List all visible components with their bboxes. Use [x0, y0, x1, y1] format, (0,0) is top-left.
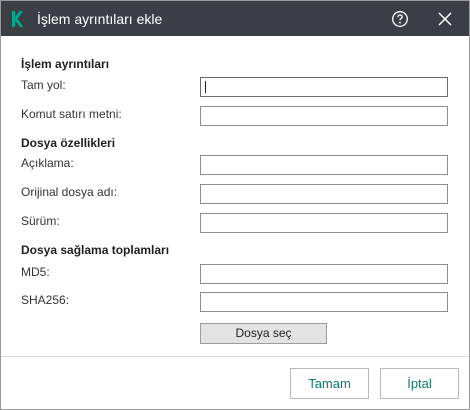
full-path-label: Tam yol: [21, 78, 66, 92]
section-checksums: Dosya sağlama toplamları [21, 243, 170, 257]
command-line-input[interactable] [200, 106, 448, 126]
cancel-button[interactable]: İptal [380, 368, 459, 399]
original-filename-label: Orijinal dosya adı: [21, 185, 118, 199]
md5-label: MD5: [21, 265, 50, 279]
full-path-input[interactable] [200, 77, 448, 97]
original-filename-input[interactable] [200, 184, 448, 204]
description-label: Açıklama: [21, 156, 74, 170]
md5-input[interactable] [200, 264, 448, 284]
title-bar: İşlem ayrıntıları ekle [1, 1, 469, 36]
close-icon[interactable] [436, 10, 454, 28]
version-label: Sürüm: [21, 214, 60, 228]
sha256-label: SHA256: [21, 293, 70, 307]
sha256-input[interactable] [200, 292, 448, 312]
choose-file-button[interactable]: Dosya seç [200, 323, 327, 344]
section-process-details: İşlem ayrıntıları [21, 57, 110, 71]
description-input[interactable] [200, 155, 448, 175]
help-icon[interactable] [391, 10, 409, 28]
version-input[interactable] [200, 213, 448, 233]
command-line-label: Komut satırı metni: [21, 107, 122, 121]
footer-divider [1, 356, 469, 357]
add-process-details-dialog: İşlem ayrıntıları ekle İşlem ayrıntıları… [0, 0, 470, 410]
text-caret [205, 81, 206, 93]
kaspersky-k-logo [12, 11, 24, 27]
section-file-properties: Dosya özellikleri [21, 136, 116, 150]
ok-button[interactable]: Tamam [290, 368, 369, 399]
dialog-title: İşlem ayrıntıları ekle [37, 11, 163, 27]
